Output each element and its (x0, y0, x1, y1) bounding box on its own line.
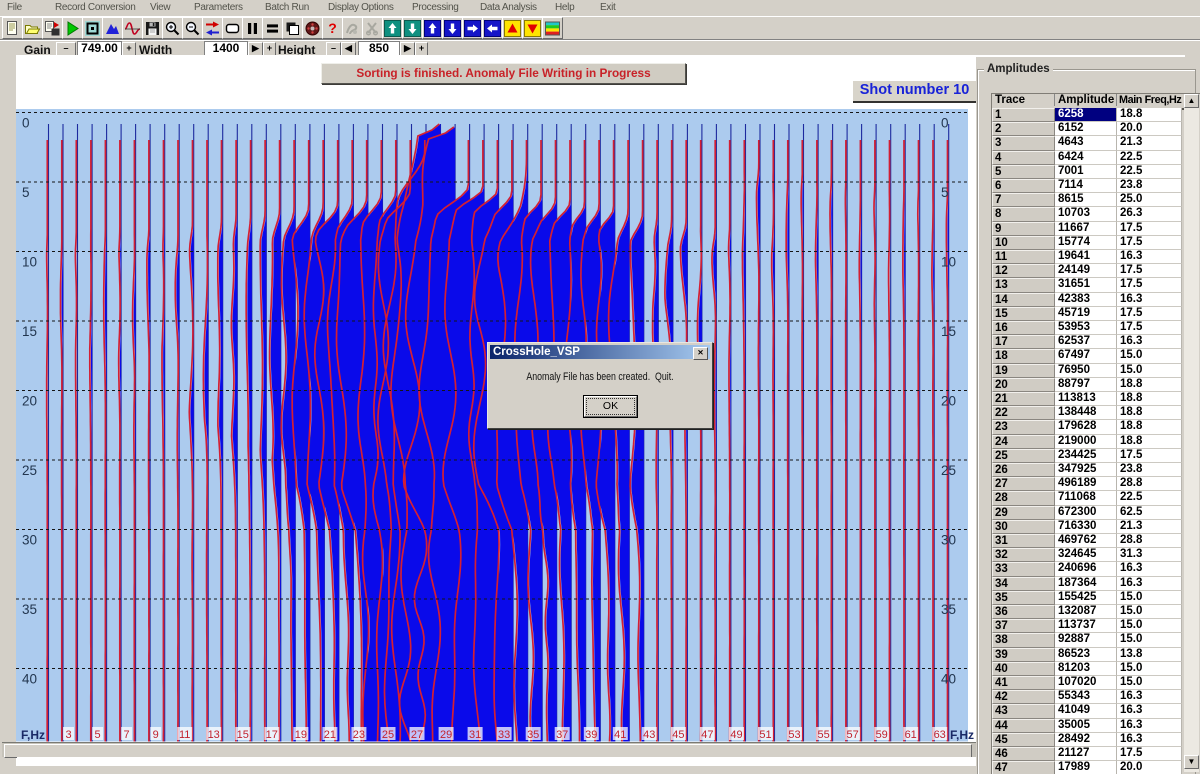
svg-text:25: 25 (22, 463, 37, 478)
svg-text:F,Hz: F,Hz (21, 728, 45, 742)
svg-text:15: 15 (941, 324, 956, 339)
svg-text:53: 53 (788, 729, 800, 741)
svg-text:30: 30 (22, 533, 37, 548)
svg-text:57: 57 (846, 729, 858, 741)
svg-text:5: 5 (22, 185, 30, 200)
svg-text:17: 17 (266, 729, 278, 741)
svg-text:59: 59 (876, 729, 888, 741)
svg-text:19: 19 (295, 729, 307, 741)
svg-text:5: 5 (95, 729, 101, 741)
svg-text:51: 51 (759, 729, 771, 741)
svg-text:23: 23 (353, 729, 365, 741)
svg-text:29: 29 (440, 729, 452, 741)
svg-text:7: 7 (124, 729, 130, 741)
svg-text:20: 20 (941, 394, 956, 409)
svg-text:10: 10 (22, 255, 37, 270)
svg-text:3: 3 (65, 729, 71, 741)
svg-text:55: 55 (817, 729, 829, 741)
svg-text:35: 35 (527, 729, 539, 741)
svg-text:35: 35 (941, 602, 956, 617)
svg-text:15: 15 (237, 729, 249, 741)
svg-text:21: 21 (324, 729, 336, 741)
svg-text:37: 37 (556, 729, 568, 741)
svg-text:40: 40 (941, 672, 956, 687)
svg-text:10: 10 (941, 255, 956, 270)
svg-text:49: 49 (730, 729, 742, 741)
svg-text:9: 9 (153, 729, 159, 741)
svg-text:30: 30 (941, 533, 956, 548)
svg-text:40: 40 (22, 672, 37, 687)
svg-text:47: 47 (701, 729, 713, 741)
svg-text:27: 27 (411, 729, 423, 741)
svg-text:43: 43 (643, 729, 655, 741)
svg-text:25: 25 (941, 463, 956, 478)
svg-text:5: 5 (941, 185, 949, 200)
svg-text:61: 61 (905, 729, 917, 741)
svg-text:?: ? (328, 20, 337, 36)
svg-text:11: 11 (179, 729, 190, 741)
svg-text:25: 25 (382, 729, 394, 741)
svg-text:15: 15 (22, 324, 37, 339)
svg-text:20: 20 (22, 394, 37, 409)
svg-text:33: 33 (498, 729, 510, 741)
svg-text:39: 39 (585, 729, 597, 741)
svg-text:35: 35 (22, 602, 37, 617)
svg-text:0: 0 (22, 116, 30, 131)
svg-text:0: 0 (941, 116, 949, 131)
svg-text:41: 41 (614, 729, 626, 741)
svg-text:13: 13 (208, 729, 220, 741)
svg-text:45: 45 (672, 729, 684, 741)
svg-text:31: 31 (469, 729, 481, 741)
svg-text:F,Hz: F,Hz (950, 728, 974, 742)
svg-text:63: 63 (934, 729, 946, 741)
